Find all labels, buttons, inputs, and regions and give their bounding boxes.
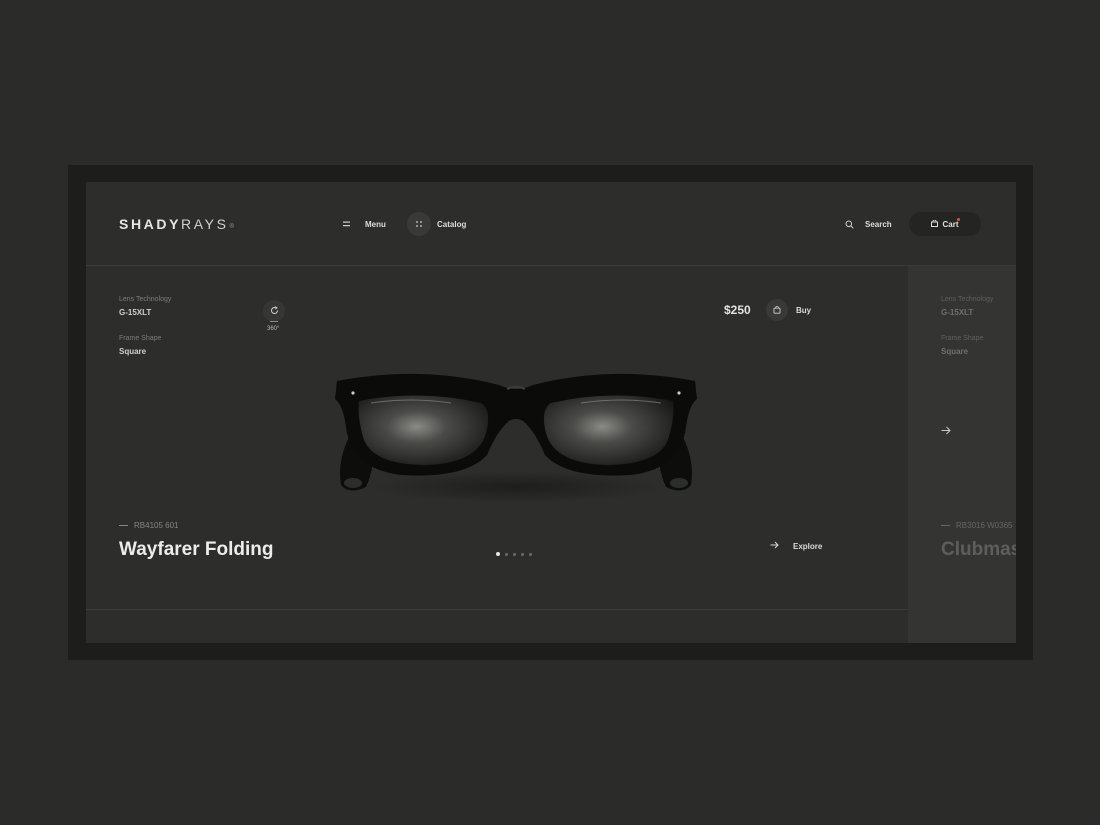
rotate-icon — [270, 302, 279, 320]
buy-button[interactable]: Buy — [766, 299, 811, 321]
next-product-title: Clubmaster — [941, 539, 1016, 560]
product-sku: RB4105 601 — [119, 521, 178, 530]
menu-icon — [339, 212, 353, 236]
next-frame-shape-label: Frame Shape — [941, 335, 984, 342]
brand-reg-mark: ® — [229, 224, 234, 230]
panel-divider — [86, 609, 908, 610]
header: SHADYRAYS® Menu Catalog Search Cart — [86, 182, 1016, 266]
sku-dash — [119, 525, 128, 526]
bag-icon — [766, 299, 788, 321]
explore-label: Explore — [793, 541, 823, 551]
brand-logo[interactable]: SHADYRAYS® — [119, 216, 234, 232]
slide-dot[interactable] — [496, 552, 500, 556]
menu-label: Menu — [365, 219, 386, 229]
lens-technology-label: Lens Technology — [119, 296, 172, 303]
rotate-360-button[interactable] — [263, 300, 285, 322]
slide-dot[interactable] — [505, 552, 508, 556]
lens-technology-value: G-15XLT — [119, 308, 152, 317]
product-title: Wayfarer Folding — [119, 539, 274, 560]
next-lens-technology-value: G-15XLT — [941, 308, 974, 317]
next-lens-technology-label: Lens Technology — [941, 296, 994, 303]
cart-button[interactable]: Cart — [909, 212, 981, 236]
search-button[interactable]: Search — [837, 212, 892, 236]
catalog-grid-icon — [407, 212, 431, 236]
app-screen: SHADYRAYS® Menu Catalog Search Cart Lens… — [86, 182, 1016, 643]
rotate-divider — [270, 321, 278, 322]
next-product-sku: RB3016 W0365 — [941, 521, 1012, 530]
frame-shape-label: Frame Shape — [119, 335, 162, 342]
next-sku-text: RB3016 W0365 — [956, 521, 1013, 530]
explore-button[interactable]: Explore — [770, 539, 822, 553]
slide-dot[interactable] — [513, 552, 516, 556]
catalog-label: Catalog — [437, 219, 467, 229]
slide-dot[interactable] — [521, 552, 524, 556]
sku-text: RB4105 601 — [134, 521, 179, 530]
brand-name-bold: SHADY — [119, 216, 182, 232]
slide-pagination — [496, 552, 537, 556]
search-label: Search — [865, 219, 892, 229]
rotate-label: 360° — [267, 326, 280, 332]
cart-bag-icon — [931, 219, 939, 229]
product-price: $250 — [724, 303, 751, 317]
arrow-right-icon — [770, 541, 779, 552]
next-product-arrow-icon[interactable] — [941, 426, 951, 438]
menu-button[interactable]: Menu — [339, 212, 386, 236]
cart-notification-dot — [957, 218, 960, 221]
product-image-sunglasses[interactable] — [331, 367, 701, 507]
next-product-panel[interactable]: Lens Technology G-15XLT Frame Shape Squa… — [908, 266, 1016, 643]
slide-dot[interactable] — [529, 552, 532, 556]
next-frame-shape-value: Square — [941, 347, 969, 356]
search-icon — [837, 212, 861, 236]
cart-label: Cart — [942, 219, 959, 229]
brand-name-light: RAYS — [181, 216, 229, 232]
frame-shape-value: Square — [119, 347, 147, 356]
sku-dash — [941, 525, 950, 526]
catalog-button[interactable]: Catalog — [407, 212, 466, 236]
buy-label: Buy — [796, 305, 812, 315]
